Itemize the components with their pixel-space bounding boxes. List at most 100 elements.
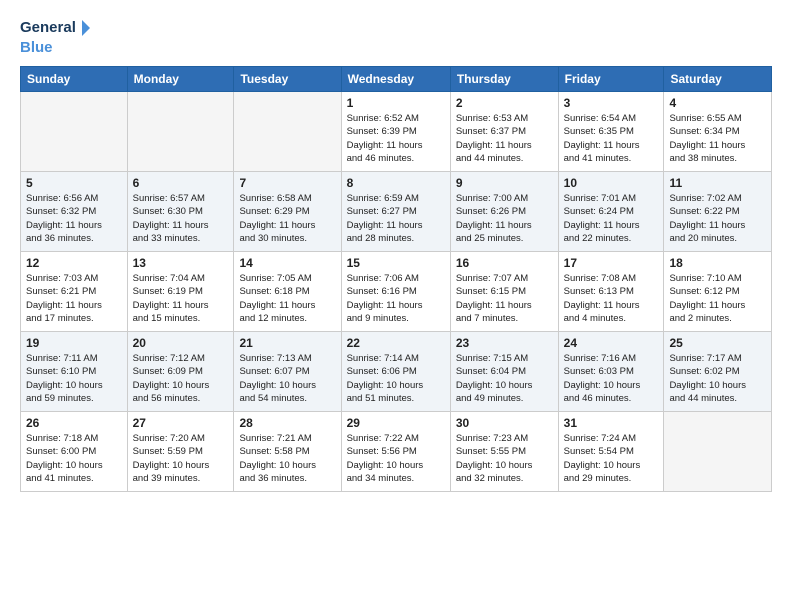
day-number: 5: [26, 176, 122, 190]
day-info: Sunrise: 7:08 AM Sunset: 6:13 PM Dayligh…: [564, 272, 659, 325]
day-info: Sunrise: 7:16 AM Sunset: 6:03 PM Dayligh…: [564, 352, 659, 405]
day-info: Sunrise: 6:55 AM Sunset: 6:34 PM Dayligh…: [669, 112, 766, 165]
day-info: Sunrise: 7:10 AM Sunset: 6:12 PM Dayligh…: [669, 272, 766, 325]
calendar-cell: 28 Sunrise: 7:21 AM Sunset: 5:58 PM Dayli…: [234, 412, 341, 492]
day-info: Sunrise: 7:22 AM Sunset: 5:56 PM Dayligh…: [347, 432, 445, 485]
calendar-cell: 27 Sunrise: 7:20 AM Sunset: 5:59 PM Dayli…: [127, 412, 234, 492]
day-info: Sunrise: 7:14 AM Sunset: 6:06 PM Dayligh…: [347, 352, 445, 405]
day-info: Sunrise: 6:59 AM Sunset: 6:27 PM Dayligh…: [347, 192, 445, 245]
day-number: 13: [133, 256, 229, 270]
day-info: Sunrise: 7:17 AM Sunset: 6:02 PM Dayligh…: [669, 352, 766, 405]
calendar-cell: 7Sunrise: 6:58 AM Sunset: 6:29 PM Daylig…: [234, 172, 341, 252]
day-number: 16: [456, 256, 553, 270]
day-info: Sunrise: 7:03 AM Sunset: 6:21 PM Dayligh…: [26, 272, 122, 325]
day-info: Sunrise: 6:56 AM Sunset: 6:32 PM Dayligh…: [26, 192, 122, 245]
day-info: Sunrise: 7:12 AM Sunset: 6:09 PM Dayligh…: [133, 352, 229, 405]
calendar-cell: 16 Sunrise: 7:07 AM Sunset: 6:15 PM Dayli…: [450, 252, 558, 332]
calendar-cell: 14 Sunrise: 7:05 AM Sunset: 6:18 PM Dayli…: [234, 252, 341, 332]
day-number: 27: [133, 416, 229, 430]
calendar-cell: [127, 92, 234, 172]
day-info: Sunrise: 6:54 AM Sunset: 6:35 PM Dayligh…: [564, 112, 659, 165]
day-number: 21: [239, 336, 335, 350]
weekday-header-wednesday: Wednesday: [341, 67, 450, 92]
logo: General Blue: [20, 16, 90, 58]
day-info: Sunrise: 7:23 AM Sunset: 5:55 PM Dayligh…: [456, 432, 553, 485]
calendar: SundayMondayTuesdayWednesdayThursdayFrid…: [20, 66, 772, 492]
day-number: 12: [26, 256, 122, 270]
calendar-cell: 11 Sunrise: 7:02 AM Sunset: 6:22 PM Dayli…: [664, 172, 772, 252]
day-number: 25: [669, 336, 766, 350]
weekday-header-monday: Monday: [127, 67, 234, 92]
calendar-cell: 2 Sunrise: 6:53 AM Sunset: 6:37 PM Daylig…: [450, 92, 558, 172]
calendar-cell: 30Sunrise: 7:23 AM Sunset: 5:55 PM Dayli…: [450, 412, 558, 492]
day-number: 6: [133, 176, 229, 190]
day-number: 23: [456, 336, 553, 350]
calendar-cell: 1Sunrise: 6:52 AM Sunset: 6:39 PM Daylig…: [341, 92, 450, 172]
day-info: Sunrise: 7:05 AM Sunset: 6:18 PM Dayligh…: [239, 272, 335, 325]
day-info: Sunrise: 6:52 AM Sunset: 6:39 PM Dayligh…: [347, 112, 445, 165]
calendar-cell: 4 Sunrise: 6:55 AM Sunset: 6:34 PM Daylig…: [664, 92, 772, 172]
day-number: 31: [564, 416, 659, 430]
day-number: 2: [456, 96, 553, 110]
calendar-cell: 12 Sunrise: 7:03 AM Sunset: 6:21 PM Dayli…: [21, 252, 128, 332]
calendar-cell: 13 Sunrise: 7:04 AM Sunset: 6:19 PM Dayli…: [127, 252, 234, 332]
day-number: 7: [239, 176, 335, 190]
calendar-cell: 9 Sunrise: 7:00 AM Sunset: 6:26 PM Daylig…: [450, 172, 558, 252]
day-number: 24: [564, 336, 659, 350]
day-number: 3: [564, 96, 659, 110]
calendar-cell: [21, 92, 128, 172]
day-info: Sunrise: 7:07 AM Sunset: 6:15 PM Dayligh…: [456, 272, 553, 325]
week-row-2: 5 Sunrise: 6:56 AM Sunset: 6:32 PM Daylig…: [21, 172, 772, 252]
calendar-cell: 22Sunrise: 7:14 AM Sunset: 6:06 PM Dayli…: [341, 332, 450, 412]
day-number: 18: [669, 256, 766, 270]
day-info: Sunrise: 7:04 AM Sunset: 6:19 PM Dayligh…: [133, 272, 229, 325]
week-row-4: 19 Sunrise: 7:11 AM Sunset: 6:10 PM Dayli…: [21, 332, 772, 412]
calendar-cell: 19 Sunrise: 7:11 AM Sunset: 6:10 PM Dayli…: [21, 332, 128, 412]
calendar-cell: 21 Sunrise: 7:13 AM Sunset: 6:07 PM Dayli…: [234, 332, 341, 412]
calendar-cell: 24 Sunrise: 7:16 AM Sunset: 6:03 PM Dayli…: [558, 332, 664, 412]
day-number: 14: [239, 256, 335, 270]
week-row-1: 1Sunrise: 6:52 AM Sunset: 6:39 PM Daylig…: [21, 92, 772, 172]
calendar-cell: 20 Sunrise: 7:12 AM Sunset: 6:09 PM Dayli…: [127, 332, 234, 412]
day-number: 8: [347, 176, 445, 190]
day-number: 19: [26, 336, 122, 350]
week-row-5: 26Sunrise: 7:18 AM Sunset: 6:00 PM Dayli…: [21, 412, 772, 492]
calendar-cell: [234, 92, 341, 172]
calendar-cell: 17Sunrise: 7:08 AM Sunset: 6:13 PM Dayli…: [558, 252, 664, 332]
day-info: Sunrise: 7:13 AM Sunset: 6:07 PM Dayligh…: [239, 352, 335, 405]
svg-text:Blue: Blue: [20, 39, 53, 56]
day-info: Sunrise: 7:21 AM Sunset: 5:58 PM Dayligh…: [239, 432, 335, 485]
weekday-header-friday: Friday: [558, 67, 664, 92]
calendar-cell: 25 Sunrise: 7:17 AM Sunset: 6:02 PM Dayli…: [664, 332, 772, 412]
header: General Blue: [20, 16, 772, 58]
day-number: 28: [239, 416, 335, 430]
day-info: Sunrise: 7:00 AM Sunset: 6:26 PM Dayligh…: [456, 192, 553, 245]
calendar-cell: [664, 412, 772, 492]
day-info: Sunrise: 7:24 AM Sunset: 5:54 PM Dayligh…: [564, 432, 659, 485]
day-info: Sunrise: 7:20 AM Sunset: 5:59 PM Dayligh…: [133, 432, 229, 485]
calendar-cell: 15Sunrise: 7:06 AM Sunset: 6:16 PM Dayli…: [341, 252, 450, 332]
svg-text:General: General: [20, 19, 76, 36]
day-number: 29: [347, 416, 445, 430]
day-number: 15: [347, 256, 445, 270]
calendar-cell: 3 Sunrise: 6:54 AM Sunset: 6:35 PM Daylig…: [558, 92, 664, 172]
logo-svg: General Blue: [20, 16, 90, 58]
calendar-cell: 10Sunrise: 7:01 AM Sunset: 6:24 PM Dayli…: [558, 172, 664, 252]
calendar-cell: 5 Sunrise: 6:56 AM Sunset: 6:32 PM Daylig…: [21, 172, 128, 252]
weekday-header-thursday: Thursday: [450, 67, 558, 92]
day-number: 10: [564, 176, 659, 190]
day-info: Sunrise: 7:02 AM Sunset: 6:22 PM Dayligh…: [669, 192, 766, 245]
day-number: 20: [133, 336, 229, 350]
calendar-cell: 6 Sunrise: 6:57 AM Sunset: 6:30 PM Daylig…: [127, 172, 234, 252]
day-number: 4: [669, 96, 766, 110]
day-number: 9: [456, 176, 553, 190]
weekday-header-saturday: Saturday: [664, 67, 772, 92]
weekday-header-sunday: Sunday: [21, 67, 128, 92]
calendar-cell: 29 Sunrise: 7:22 AM Sunset: 5:56 PM Dayli…: [341, 412, 450, 492]
day-info: Sunrise: 6:57 AM Sunset: 6:30 PM Dayligh…: [133, 192, 229, 245]
weekday-header-row: SundayMondayTuesdayWednesdayThursdayFrid…: [21, 67, 772, 92]
page: General Blue SundayMondayTuesdayWednesda…: [0, 0, 792, 612]
day-info: Sunrise: 7:11 AM Sunset: 6:10 PM Dayligh…: [26, 352, 122, 405]
day-number: 11: [669, 176, 766, 190]
day-info: Sunrise: 6:53 AM Sunset: 6:37 PM Dayligh…: [456, 112, 553, 165]
